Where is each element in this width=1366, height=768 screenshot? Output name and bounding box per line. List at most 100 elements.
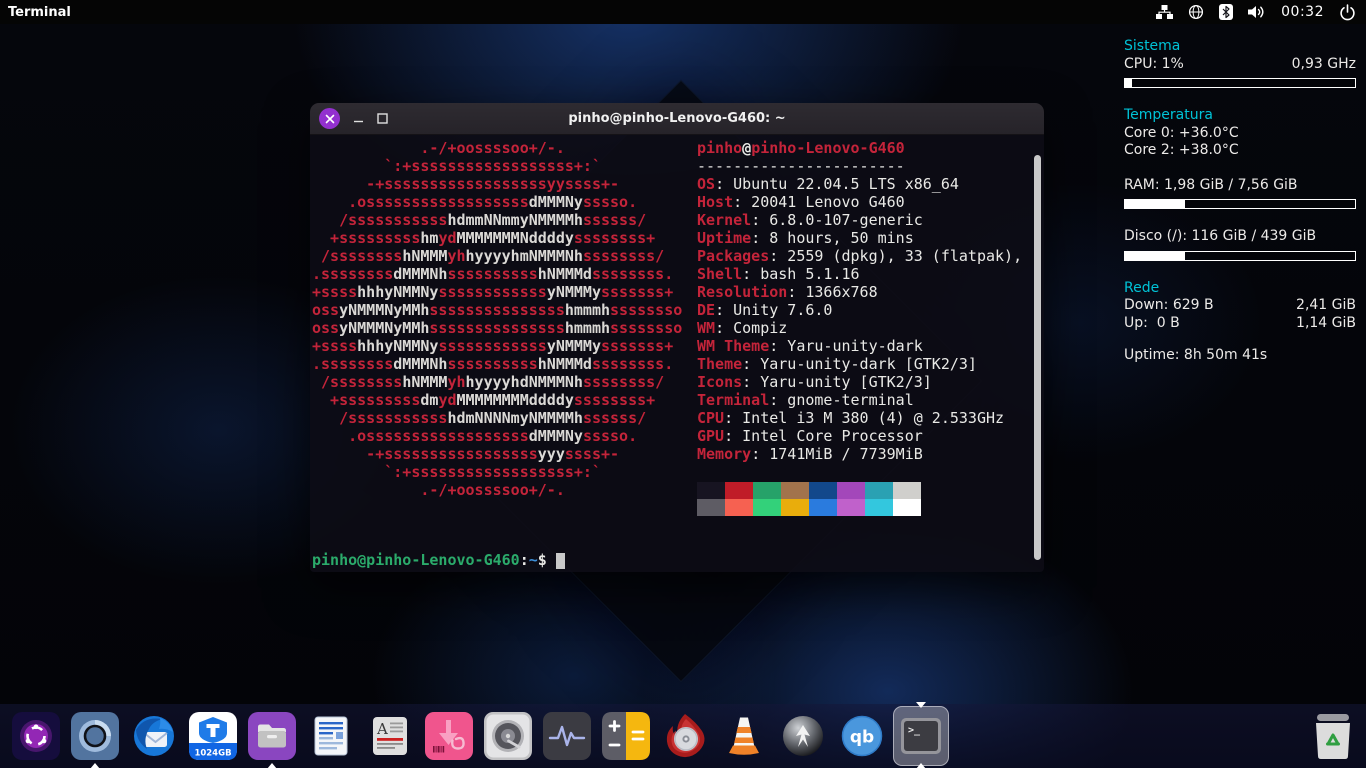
- window-titlebar[interactable]: pinho@pinho-Lenovo-G460: ~: [310, 103, 1044, 135]
- terminal-scrollbar[interactable]: [1034, 155, 1041, 560]
- dock-items: 1024GB Aqb >_: [12, 712, 956, 760]
- palette-swatch: [781, 482, 809, 499]
- neofetch-info-row: Resolution: 1366x768: [697, 283, 1022, 301]
- palette-swatch: [865, 482, 893, 499]
- core0-temp: Core 0: +36.0°C: [1124, 125, 1356, 143]
- dock-item-texteditor[interactable]: A: [366, 712, 414, 760]
- palette-swatch: [837, 482, 865, 499]
- globe-icon[interactable]: [1188, 4, 1204, 20]
- palette-swatch: [697, 499, 725, 516]
- system-tray: 00:32: [1156, 4, 1356, 21]
- palette-swatch: [809, 482, 837, 499]
- palette-swatch: [837, 499, 865, 516]
- top-panel: Terminal 00:32: [0, 0, 1366, 24]
- dock: 1024GB Aqb >_: [0, 704, 1366, 768]
- svg-text:>_: >_: [908, 725, 921, 736]
- conky-title-sistema: Sistema: [1124, 38, 1356, 56]
- dock-item-files[interactable]: [248, 712, 296, 760]
- palette-swatch: [809, 499, 837, 516]
- cpu-bar-fill: [1125, 79, 1132, 87]
- prompt-line: pinho@pinho-Lenovo-G460:~$: [312, 551, 565, 569]
- disk-label: Disco (/): 116 GiB / 439 GiB: [1124, 228, 1356, 246]
- ram-label: RAM: 1,98 GiB / 7,56 GiB: [1124, 177, 1356, 195]
- palette-swatch: [865, 499, 893, 516]
- palette-swatch: [725, 482, 753, 499]
- palette-swatch: [893, 499, 921, 516]
- neofetch-info-row: Host: 20041 Lenovo G460: [697, 193, 1022, 211]
- network-wired-icon[interactable]: [1156, 5, 1173, 20]
- ascii-art: .-/+oossssoo+/-. `:+ssssssssssssssssss+:…: [312, 139, 682, 499]
- net-down-total: 2,41 GiB: [1296, 297, 1356, 315]
- neofetch-info-row: CPU: Intel i3 M 380 (4) @ 2.533GHz: [697, 409, 1022, 427]
- neofetch-info-row: Icons: Yaru-unity [GTK2/3]: [697, 373, 1022, 391]
- dock-item-qbittorrent[interactable]: qb: [838, 712, 886, 760]
- neofetch-info-row: Kernel: 6.8.0-107-generic: [697, 211, 1022, 229]
- focused-indicator: [916, 702, 926, 708]
- conky-title-temperatura: Temperatura: [1124, 107, 1356, 125]
- neofetch-info-row: Theme: Yaru-unity-dark [GTK2/3]: [697, 355, 1022, 373]
- neofetch-info: pinho@pinho-Lenovo-G460-----------------…: [697, 139, 1022, 463]
- cpu-frequency: 0,93 GHz: [1292, 56, 1356, 74]
- cpu-bar: [1124, 78, 1356, 88]
- power-icon[interactable]: [1339, 4, 1356, 21]
- neofetch-info-row: WM: Compiz: [697, 319, 1022, 337]
- neofetch-info-row: Uptime: 8 hours, 50 mins: [697, 229, 1022, 247]
- dock-item-disks[interactable]: [484, 712, 532, 760]
- terminal-body[interactable]: .-/+oossssoo+/-. `:+ssssssssssssssssss+:…: [310, 135, 1044, 572]
- palette-swatch: [781, 499, 809, 516]
- system-monitor-panel: Sistema CPU: 1% 0,93 GHz Temperatura Cor…: [1124, 38, 1356, 365]
- neofetch-info-row: OS: Ubuntu 22.04.5 LTS x86_64: [697, 175, 1022, 193]
- running-indicator: [916, 763, 926, 768]
- dock-item-trash[interactable]: [1314, 713, 1352, 760]
- window-title: pinho@pinho-Lenovo-G460: ~: [310, 111, 1044, 126]
- net-down-rate: Down: 629 B: [1124, 297, 1214, 315]
- neofetch-info-row: Shell: bash 5.1.16: [697, 265, 1022, 283]
- neofetch-info-row: DE: Unity 7.6.0: [697, 301, 1022, 319]
- net-up-total: 1,14 GiB: [1296, 315, 1356, 333]
- svg-text:qb: qb: [850, 728, 874, 748]
- svg-text:1024GB: 1024GB: [194, 749, 231, 759]
- dock-item-ubuntu[interactable]: [12, 712, 60, 760]
- clock[interactable]: 00:32: [1281, 4, 1324, 20]
- topbar-app-title: Terminal: [8, 5, 71, 20]
- dock-item-calculator[interactable]: [602, 712, 650, 760]
- core2-temp: Core 2: +38.0°C: [1124, 142, 1356, 160]
- neofetch-info-row: Terminal: gnome-terminal: [697, 391, 1022, 409]
- palette-swatch: [753, 482, 781, 499]
- running-indicator: [90, 763, 100, 768]
- palette-swatch: [753, 499, 781, 516]
- dock-item-vlc[interactable]: [720, 712, 768, 760]
- disk-bar-fill: [1125, 252, 1185, 260]
- dock-item-mothsphere[interactable]: [779, 712, 827, 760]
- cpu-usage-label: CPU: 1%: [1124, 56, 1184, 74]
- ram-bar-fill: [1125, 200, 1185, 208]
- terminal-window: pinho@pinho-Lenovo-G460: ~ .-/+oossssoo+…: [310, 103, 1044, 572]
- ram-bar: [1124, 199, 1356, 209]
- volume-icon[interactable]: [1248, 5, 1266, 19]
- dock-item-terabox[interactable]: 1024GB: [189, 712, 237, 760]
- disk-bar: [1124, 251, 1356, 261]
- palette-swatch: [697, 482, 725, 499]
- close-button[interactable]: [319, 108, 340, 129]
- bluetooth-icon[interactable]: [1219, 4, 1233, 20]
- dock-item-brasero[interactable]: [661, 712, 709, 760]
- maximize-button[interactable]: [377, 113, 388, 124]
- net-up-rate: Up: 0 B: [1124, 315, 1180, 333]
- dock-item-chromium[interactable]: [71, 712, 119, 760]
- palette-swatch: [893, 482, 921, 499]
- color-palette: [697, 482, 921, 516]
- uptime-label: Uptime: 8h 50m 41s: [1124, 347, 1356, 365]
- dock-item-gdebi[interactable]: [425, 712, 473, 760]
- minimize-button[interactable]: [353, 113, 364, 124]
- svg-text:A: A: [376, 720, 388, 738]
- dock-item-terminal[interactable]: >_: [897, 712, 945, 760]
- dock-item-writer[interactable]: [307, 712, 355, 760]
- neofetch-info-row: GPU: Intel Core Processor: [697, 427, 1022, 445]
- palette-swatch: [725, 499, 753, 516]
- dock-item-sysmonitor[interactable]: [543, 712, 591, 760]
- neofetch-info-row: Memory: 1741MiB / 7739MiB: [697, 445, 1022, 463]
- desktop: Terminal 00:32 Sistema CPU: 1% 0,93 GH: [0, 0, 1366, 768]
- neofetch-info-row: Packages: 2559 (dpkg), 33 (flatpak),: [697, 247, 1022, 265]
- dock-item-thunderbird[interactable]: [130, 712, 178, 760]
- running-indicator: [267, 763, 277, 768]
